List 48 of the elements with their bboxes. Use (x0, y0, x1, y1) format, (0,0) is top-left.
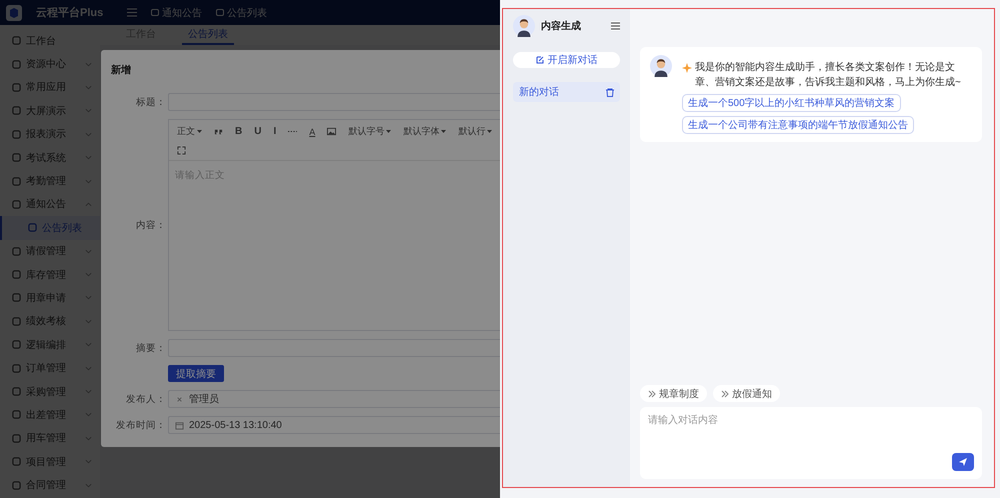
field-label: 内容： (135, 218, 167, 232)
toolbar-dropdown[interactable]: 默认行 (458, 125, 492, 138)
format-button[interactable]: U (254, 126, 262, 137)
suggestion-chip[interactable]: 生成一个公司带有注意事项的端午节放假通知公告 (682, 116, 914, 134)
sidebar-item[interactable]: 报表演示 (0, 122, 100, 146)
assistant-name: 内容生成 (541, 19, 582, 33)
sidebar-item[interactable]: 合同管理 (0, 473, 100, 497)
sidebar-item[interactable]: 资源中心 (0, 52, 100, 76)
header-tab[interactable]: 公告列表 (216, 6, 268, 20)
select-field[interactable]: 管理员 (168, 390, 500, 408)
quick-action-chip[interactable]: 规章制度 (640, 385, 707, 402)
sidebar-item[interactable]: 绩效考核 (0, 310, 100, 334)
sidebar-item[interactable]: 常用应用 (0, 76, 100, 100)
quick-action-chip[interactable]: 放假通知 (713, 385, 780, 402)
sidebar-item[interactable]: 用车管理 (0, 426, 100, 450)
sidebar-item[interactable]: 采购管理 (0, 380, 100, 404)
format-button[interactable]: B (235, 126, 242, 137)
extract-button[interactable]: 提取摘要 (168, 365, 224, 382)
sidebar-item[interactable]: 项目管理 (0, 450, 100, 474)
chat-input[interactable]: 请输入对话内容 (640, 407, 982, 479)
font-color-dropdown[interactable]: A (309, 126, 316, 136)
format-button[interactable]: I (273, 126, 276, 137)
sidebar-item[interactable]: 订单管理 (0, 356, 100, 380)
sidebar-item[interactable]: 大屏演示 (0, 99, 100, 123)
sidebar-item[interactable]: 考试系统 (0, 146, 100, 170)
toolbar-dropdown[interactable]: 正文 (177, 125, 202, 138)
field-label: 发布人： (125, 392, 167, 406)
message-text: 我是你的智能内容生成助手，擅长各类文案创作！无论是文章、营销文案还是故事，告诉我主题和风格，马上为你生成~ (695, 61, 962, 90)
sidebar-item[interactable]: 逻辑编排 (0, 333, 100, 356)
field-label: 标题： (135, 96, 167, 108)
suggestion-chip[interactable]: 生成一个500字以上的小红书种草风的营销文案 (682, 94, 901, 112)
toolbar-dropdown[interactable]: 默认字号 (348, 125, 392, 138)
sidebar-item[interactable]: 库存管理 (0, 262, 100, 286)
sidebar-item[interactable]: 请假管理 (0, 240, 100, 263)
sidebar-item[interactable]: 工作台 (0, 29, 100, 52)
page-tab[interactable]: 公告列表 (182, 25, 234, 45)
dialog-title: 新增 (111, 63, 131, 78)
sidebar-item[interactable]: 通知公告 (0, 192, 100, 216)
app-title: 云程平台Plus (36, 6, 104, 20)
new-chat-button[interactable]: 开启新对话 (513, 52, 620, 68)
date-field[interactable]: 2025-05-13 13:10:40 (168, 416, 500, 434)
header-tab[interactable]: 通知公告 (151, 6, 202, 20)
field-label: 发布时间： (115, 418, 167, 432)
sidebar-item[interactable]: 考勤管理 (0, 169, 100, 193)
sidebar-item[interactable]: 出差管理 (0, 403, 100, 427)
conversation-item[interactable]: 新的对话 (513, 82, 620, 102)
toolbar-dropdown[interactable]: 默认字体 (403, 125, 446, 138)
field-label: 摘要： (135, 342, 167, 354)
